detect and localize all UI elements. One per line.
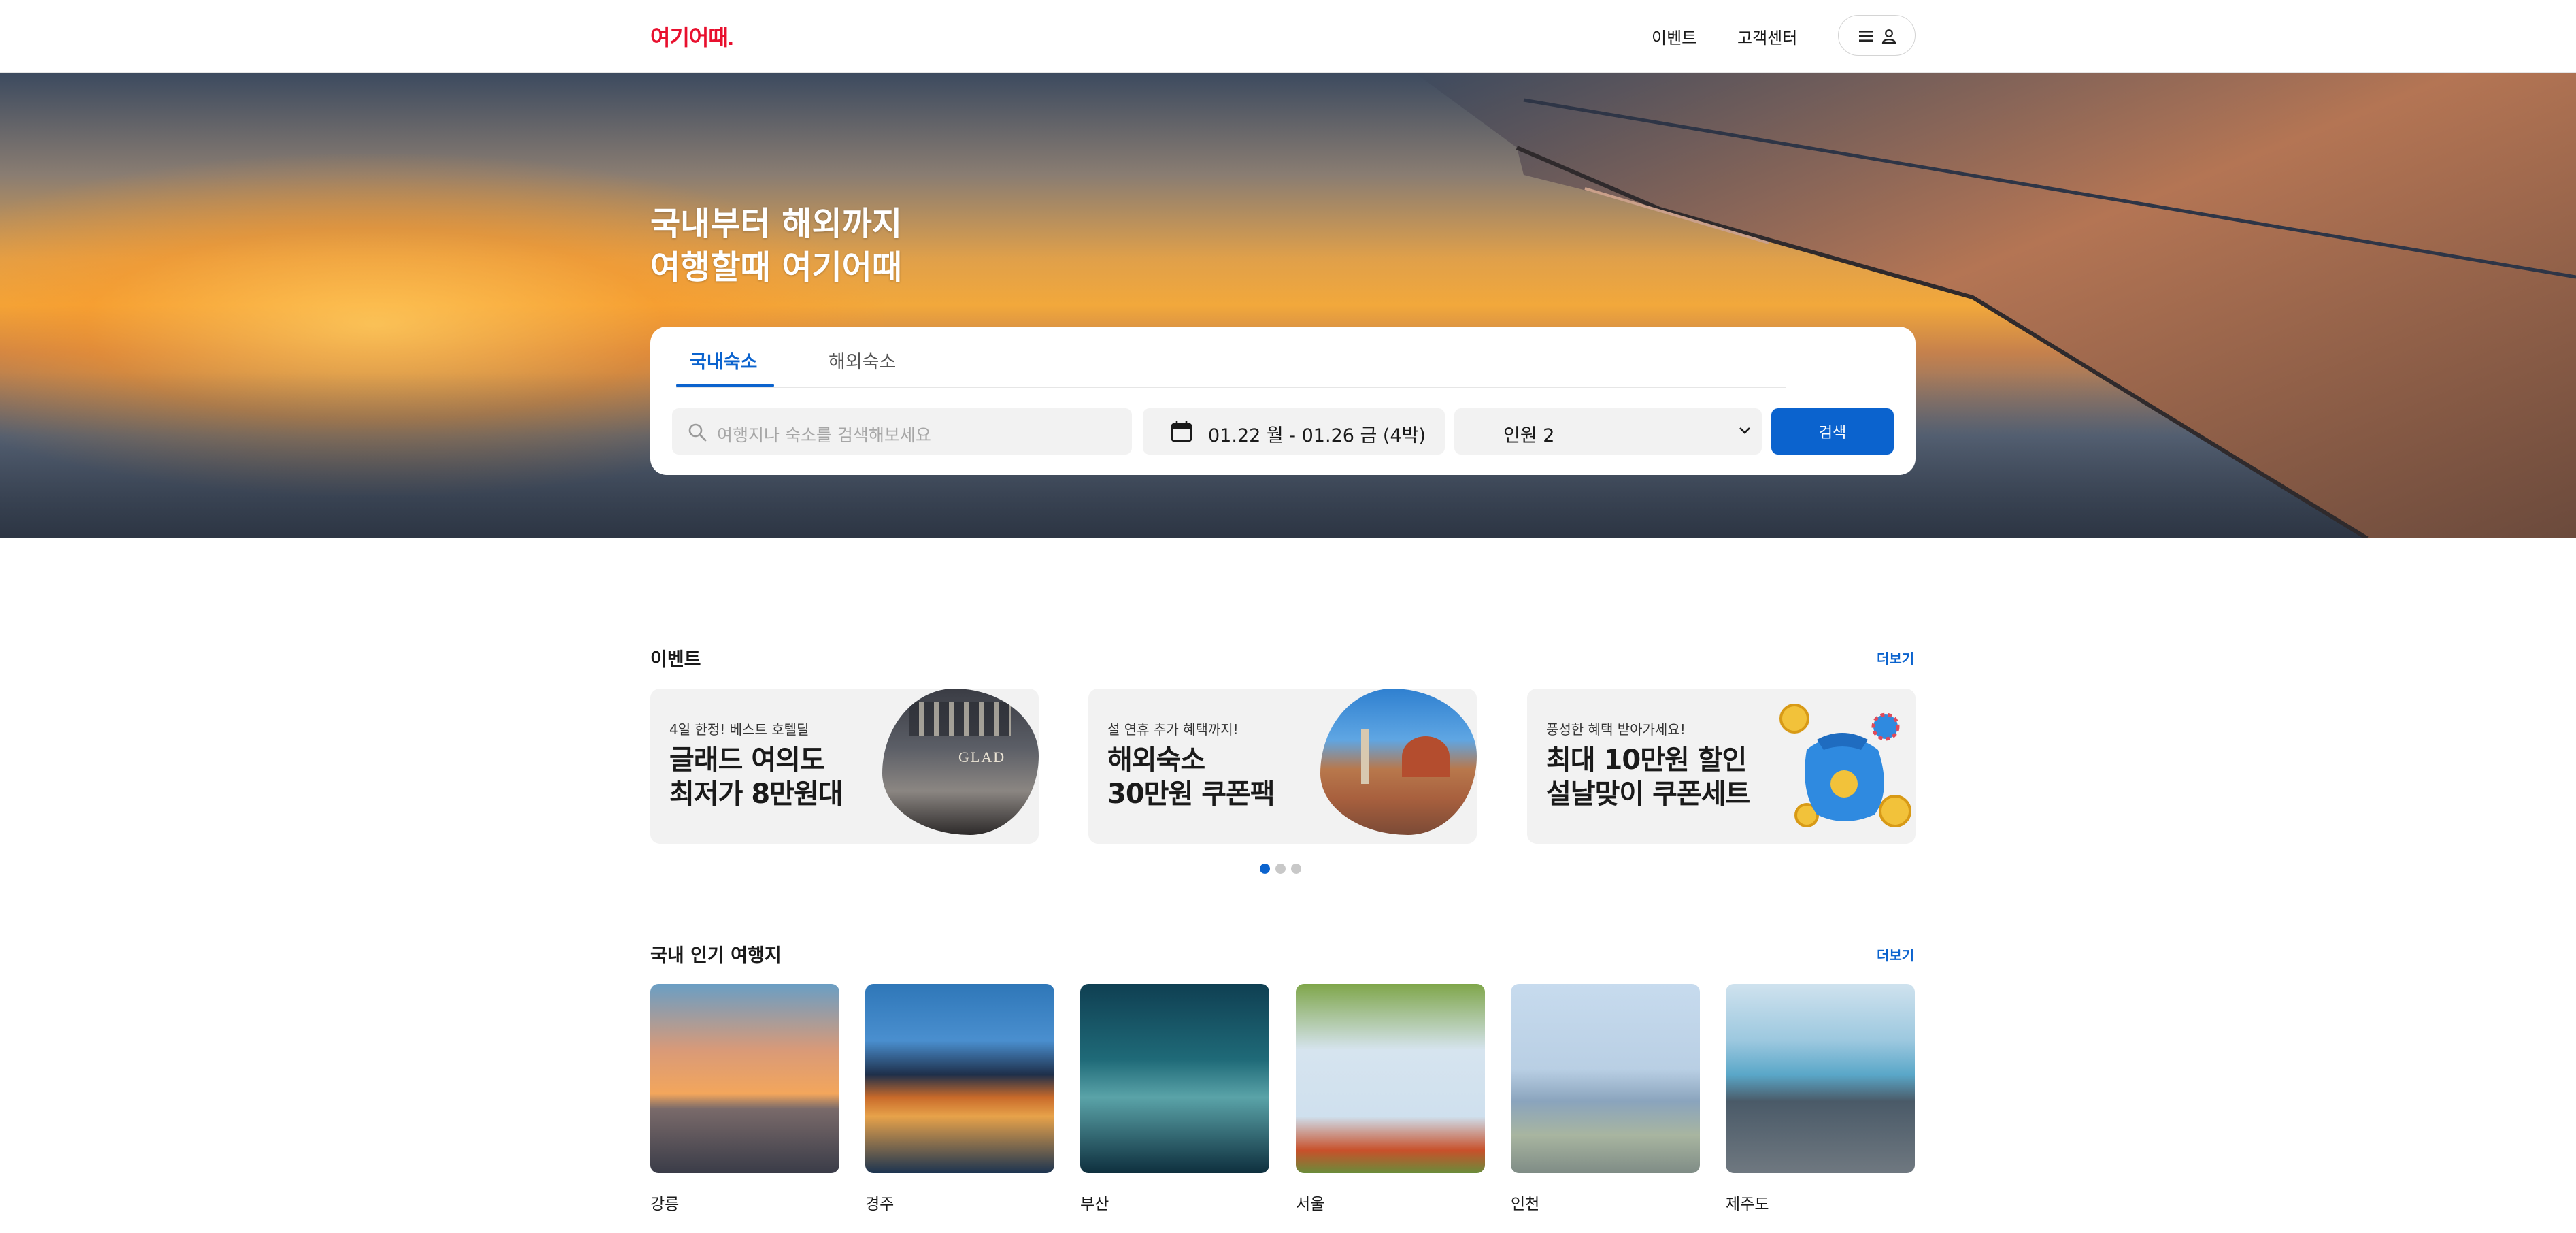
nav-events-link[interactable]: 이벤트 — [1652, 24, 1696, 48]
destination-label: 인천 — [1511, 1196, 1540, 1213]
tab-domestic-stay[interactable]: 국내숙소 — [690, 347, 757, 374]
carousel-dot-1[interactable] — [1260, 864, 1270, 874]
carousel-dot-3[interactable] — [1291, 864, 1301, 874]
destination-label: 강릉 — [650, 1196, 680, 1213]
destination-gangneung[interactable]: 강릉 — [650, 984, 839, 1214]
popular-more-link[interactable]: 더보기 — [1877, 944, 1914, 964]
events-section-title: 이벤트 — [650, 649, 701, 670]
hero-title: 국내부터 해외까지 여행할때 여기어때 — [650, 202, 902, 289]
nav-support-link[interactable]: 고객센터 — [1737, 24, 1797, 48]
destination-seoul[interactable]: 서울 — [1296, 984, 1485, 1214]
event-card-headline-line2: 최저가 8만원대 — [669, 778, 843, 810]
hotel-photo: GLAD — [882, 689, 1039, 835]
destination-label: 서울 — [1296, 1196, 1325, 1213]
destination-photo — [1296, 984, 1485, 1173]
events-more-link[interactable]: 더보기 — [1877, 648, 1914, 668]
destination-photo — [865, 984, 1054, 1173]
carousel-dot-2[interactable] — [1275, 864, 1286, 874]
account-menu-button[interactable] — [1838, 15, 1916, 56]
logo[interactable]: 여기어때. — [650, 20, 734, 52]
destination-photo — [1511, 984, 1700, 1173]
search-button[interactable]: 검색 — [1771, 408, 1894, 455]
event-card-headline: 최대 10만원 할인 설날맞이 쿠폰세트 — [1546, 743, 1750, 811]
chevron-down-icon — [1739, 427, 1750, 434]
tab-overseas-stay[interactable]: 해외숙소 — [829, 347, 896, 374]
date-range-value: 01.22 월 - 01.26 금 (4박) — [1208, 425, 1426, 446]
lucky-bag-illustration — [1759, 689, 1916, 835]
guest-count-select[interactable]: 인원 2 — [1454, 408, 1762, 455]
destination-search-input[interactable]: 여행지나 숙소를 검색해보세요 — [672, 408, 1132, 455]
search-tabs: 국내숙소 해외숙소 — [676, 327, 1786, 388]
glad-sign: GLAD — [958, 749, 1006, 766]
carousel-pagination — [1260, 864, 1301, 874]
destination-busan[interactable]: 부산 — [1080, 984, 1269, 1214]
user-icon — [1881, 29, 1896, 44]
destination-photo — [1726, 984, 1915, 1173]
hero-title-line1: 국내부터 해외까지 — [650, 205, 902, 243]
event-card-glad[interactable]: 4일 한정! 베스트 호텔딜 글래드 여의도 최저가 8만원대 GLAD — [650, 689, 1039, 844]
event-card-headline: 글래드 여의도 최저가 8만원대 — [669, 743, 843, 811]
event-card-headline: 해외숙소 30만원 쿠폰팩 — [1107, 743, 1275, 811]
event-card-headline-line1: 최대 10만원 할인 — [1546, 744, 1747, 776]
destination-gyeongju[interactable]: 경주 — [865, 984, 1054, 1214]
event-card-subtitle: 풍성한 혜택 받아가세요! — [1546, 721, 1686, 738]
destination-label: 부산 — [1080, 1196, 1109, 1213]
event-card-headline-line1: 글래드 여의도 — [669, 744, 825, 776]
calendar-icon — [1171, 421, 1192, 442]
event-card-headline-line2: 30만원 쿠폰팩 — [1107, 778, 1275, 810]
hero-title-line2: 여행할때 여기어때 — [650, 248, 902, 286]
menu-icon — [1859, 31, 1873, 42]
search-placeholder: 여행지나 숙소를 검색해보세요 — [717, 425, 931, 445]
destination-jeju[interactable]: 제주도 — [1726, 984, 1915, 1214]
event-card-headline-line2: 설날맞이 쿠폰세트 — [1546, 778, 1750, 810]
event-card-overseas-coupon[interactable]: 설 연휴 추가 혜택까지! 해외숙소 30만원 쿠폰팩 — [1088, 689, 1477, 844]
destination-photo — [650, 984, 839, 1173]
florence-photo — [1320, 689, 1477, 835]
search-panel: 국내숙소 해외숙소 여행지나 숙소를 검색해보세요 01.22 월 - 01.2… — [650, 327, 1916, 475]
event-card-subtitle: 4일 한정! 베스트 호텔딜 — [669, 721, 809, 738]
date-range-picker[interactable]: 01.22 월 - 01.26 금 (4박) — [1143, 408, 1445, 455]
destination-label: 제주도 — [1726, 1196, 1769, 1213]
search-icon — [688, 423, 707, 442]
destination-label: 경주 — [865, 1196, 894, 1213]
active-tab-indicator — [676, 384, 774, 387]
event-card-headline-line1: 해외숙소 — [1107, 744, 1205, 776]
event-card-subtitle: 설 연휴 추가 혜택까지! — [1107, 721, 1239, 738]
guest-count-value: 인원 2 — [1503, 425, 1555, 446]
top-header: 여기어때. 이벤트 고객센터 — [0, 0, 2576, 73]
event-card-new-year-coupon[interactable]: 풍성한 혜택 받아가세요! 최대 10만원 할인 설날맞이 쿠폰세트 — [1527, 689, 1916, 844]
popular-section-title: 국내 인기 여행지 — [650, 945, 782, 966]
destination-photo — [1080, 984, 1269, 1173]
destination-incheon[interactable]: 인천 — [1511, 984, 1700, 1214]
